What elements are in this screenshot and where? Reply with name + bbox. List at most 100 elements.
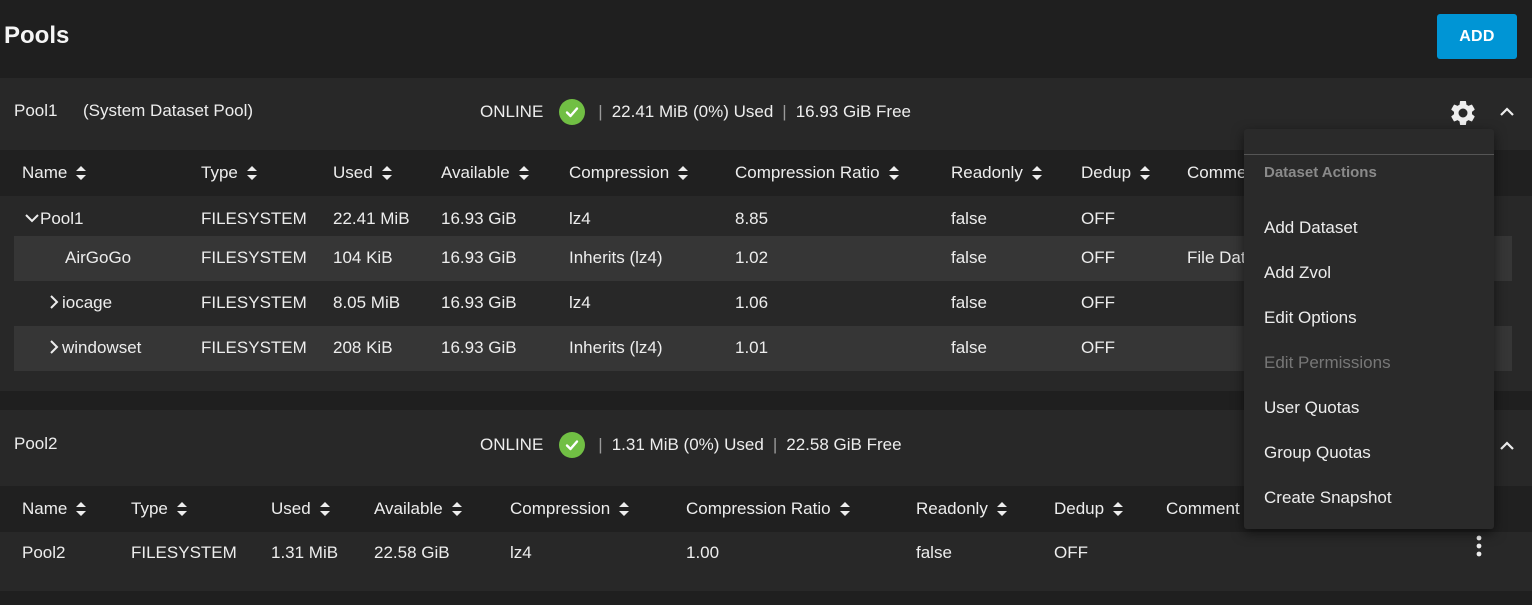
kebab-icon[interactable] — [1474, 534, 1484, 558]
pool-name: Pool1 — [14, 101, 58, 120]
column-header-compression-ratio[interactable]: Compression Ratio — [735, 163, 900, 183]
sort-icon — [381, 164, 393, 182]
row-used: 22.41 MiB — [333, 209, 410, 228]
column-header-readonly[interactable]: Readonly — [916, 499, 1008, 519]
row-available: 16.93 GiB — [441, 209, 517, 228]
sort-icon — [1031, 164, 1043, 182]
divider: | — [782, 102, 787, 121]
check-circle-icon — [559, 432, 586, 458]
gear-icon[interactable] — [1448, 98, 1478, 128]
menu-item-edit-permissions[interactable]: Edit Permissions — [1264, 353, 1391, 373]
status-text: ONLINE — [480, 435, 544, 454]
sort-icon — [319, 500, 331, 518]
menu-item-group-quotas[interactable]: Group Quotas — [1264, 443, 1371, 463]
sort-icon — [1112, 500, 1124, 518]
pool-name: Pool2 — [14, 434, 58, 453]
sort-icon — [75, 500, 87, 518]
column-header-type[interactable]: Type — [201, 163, 258, 183]
row-name-cell: Pool1 — [24, 209, 83, 229]
column-header-dedup[interactable]: Dedup — [1081, 163, 1151, 183]
chevron-right-icon[interactable] — [46, 294, 62, 310]
column-header-name[interactable]: Name — [22, 163, 87, 183]
column-header-readonly[interactable]: Readonly — [951, 163, 1043, 183]
row-name: Pool2 — [22, 543, 66, 562]
menu-item-edit-options[interactable]: Edit Options — [1264, 308, 1357, 328]
chevron-down-icon[interactable] — [24, 210, 40, 226]
add-pool-button[interactable]: ADD — [1437, 14, 1517, 59]
menu-item-create-snapshot[interactable]: Create Snapshot — [1264, 488, 1392, 508]
row-used: 208 KiB — [333, 338, 393, 357]
pool-free: 22.58 GiB Free — [786, 435, 902, 454]
column-header-name[interactable]: Name — [22, 499, 87, 519]
row-used: 8.05 MiB — [333, 293, 401, 312]
sort-icon — [1139, 164, 1151, 182]
chevron-up-icon[interactable] — [1497, 436, 1517, 456]
pool-subtitle: (System Dataset Pool) — [83, 101, 254, 120]
column-header-dedup[interactable]: Dedup — [1054, 499, 1124, 519]
divider: | — [772, 435, 778, 454]
row-compression: Inherits (lz4) — [569, 248, 663, 267]
row-type: FILESYSTEM — [201, 293, 307, 312]
menu-header: Dataset Actions — [1264, 164, 1377, 181]
column-header-available[interactable]: Available — [441, 163, 530, 183]
check-circle-icon — [559, 99, 586, 125]
column-header-used[interactable]: Used — [333, 163, 393, 183]
pool-status: ONLINE | 22.41 MiB (0%) Used | 16.93 GiB… — [480, 99, 911, 125]
row-ratio: 1.00 — [686, 543, 720, 562]
pool-status: ONLINE | 1.31 MiB (0%) Used | 22.58 GiB … — [480, 432, 902, 458]
chevron-up-icon[interactable] — [1497, 102, 1517, 122]
row-ratio: 8.85 — [735, 209, 769, 228]
page-header: Pools ADD — [0, 0, 1532, 72]
pool-used: 1.31 MiB (0%) Used — [611, 435, 764, 454]
row-name-cell: windowset — [46, 338, 141, 358]
sort-icon — [176, 500, 188, 518]
row-type: FILESYSTEM — [201, 209, 307, 228]
page-title: Pools — [4, 22, 70, 49]
row-dedup: OFF — [1081, 338, 1115, 357]
menu-item-add-dataset[interactable]: Add Dataset — [1264, 218, 1358, 238]
column-header-comments[interactable]: Comme — [1187, 163, 1247, 183]
row-used: 1.31 MiB — [271, 543, 339, 562]
sort-icon — [677, 164, 689, 182]
row-type: FILESYSTEM — [201, 248, 307, 267]
row-dedup: OFF — [1081, 209, 1115, 228]
menu-item-add-zvol[interactable]: Add Zvol — [1264, 263, 1331, 283]
column-header-compression[interactable]: Compression — [510, 499, 630, 519]
row-available: 16.93 GiB — [441, 293, 517, 312]
row-name: AirGoGo — [65, 248, 132, 267]
column-header-type[interactable]: Type — [131, 499, 188, 519]
divider: | — [598, 102, 603, 121]
row-dedup: OFF — [1081, 293, 1115, 312]
row-dedup: OFF — [1081, 248, 1115, 267]
column-header-compression[interactable]: Compression — [569, 163, 689, 183]
dataset-actions-menu: Dataset Actions Add Dataset Add Zvol Edi… — [1244, 129, 1494, 529]
column-header-available[interactable]: Available — [374, 499, 463, 519]
pool-used: 22.41 MiB (0%) Used — [611, 102, 774, 121]
pool-free: 16.93 GiB Free — [795, 102, 911, 121]
row-type: FILESYSTEM — [131, 543, 237, 562]
sort-icon — [839, 500, 851, 518]
menu-item-user-quotas[interactable]: User Quotas — [1264, 398, 1359, 418]
row-type: FILESYSTEM — [201, 338, 307, 357]
row-readonly: false — [916, 543, 952, 562]
sort-icon — [75, 164, 87, 182]
row-available: 16.93 GiB — [441, 248, 517, 267]
sort-icon — [518, 164, 530, 182]
row-available: 22.58 GiB — [374, 543, 450, 562]
divider: | — [598, 435, 603, 454]
row-dedup: OFF — [1054, 543, 1088, 562]
column-header-comments[interactable]: Comment — [1166, 499, 1240, 519]
row-compression: lz4 — [569, 209, 591, 228]
row-readonly: false — [951, 293, 987, 312]
row-ratio: 1.02 — [735, 248, 769, 267]
row-used: 104 KiB — [333, 248, 393, 267]
row-available: 16.93 GiB — [441, 338, 517, 357]
chevron-right-icon[interactable] — [46, 339, 62, 355]
row-ratio: 1.01 — [735, 338, 769, 357]
column-header-compression-ratio[interactable]: Compression Ratio — [686, 499, 851, 519]
column-header-used[interactable]: Used — [271, 499, 331, 519]
row-readonly: false — [951, 338, 987, 357]
table-row[interactable]: Pool2 FILESYSTEM 1.31 MiB 22.58 GiB lz4 … — [14, 531, 1512, 576]
sort-icon — [451, 500, 463, 518]
divider — [1244, 154, 1494, 155]
